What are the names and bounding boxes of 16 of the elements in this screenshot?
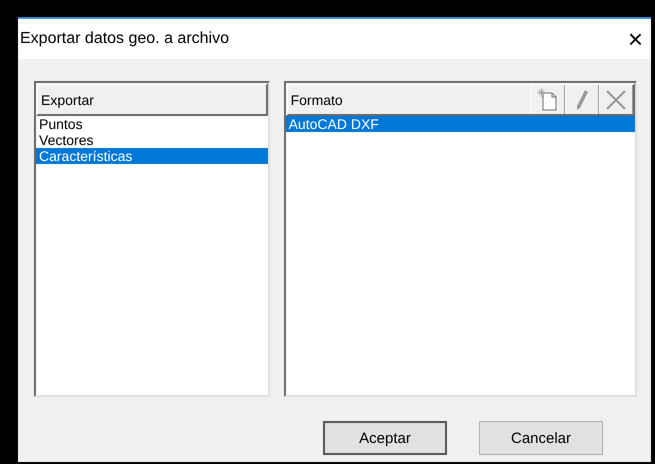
new-file-icon bbox=[537, 88, 559, 112]
window-title: Exportar datos geo. a archivo bbox=[20, 30, 230, 48]
list-item[interactable]: Características bbox=[36, 148, 268, 164]
delete-icon bbox=[605, 88, 627, 110]
header-label: Formato bbox=[290, 92, 343, 108]
header-label: Exportar bbox=[40, 92, 94, 108]
close-button[interactable]: × bbox=[628, 26, 643, 52]
list-item[interactable]: Puntos bbox=[36, 116, 268, 132]
list-item[interactable]: Vectores bbox=[36, 132, 268, 148]
list-item[interactable]: AutoCAD DXF bbox=[286, 116, 635, 132]
dialog-button[interactable]: Cancelar bbox=[479, 421, 603, 455]
new-file-button[interactable] bbox=[531, 85, 565, 114]
dialog-button[interactable]: Aceptar bbox=[323, 421, 447, 455]
pencil-icon bbox=[574, 88, 590, 112]
edit-button[interactable] bbox=[565, 85, 599, 114]
delete-button[interactable] bbox=[599, 85, 633, 114]
